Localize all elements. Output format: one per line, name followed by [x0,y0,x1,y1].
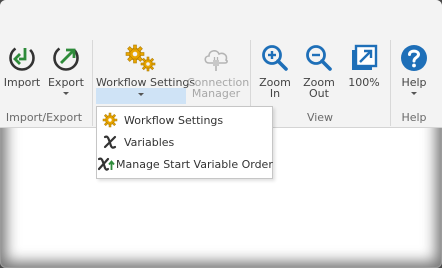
zoom-out-label-line2: Out [309,87,329,100]
import-label: Import [3,76,41,89]
import-button[interactable]: Import [2,40,42,100]
export-icon [53,45,79,71]
zoom-in-icon [262,45,288,71]
connection-manager-button[interactable]: Connection Manager [187,40,249,100]
application-window: Import Export Import/Export Workflow Set… [0,0,442,268]
group-separator [92,40,93,126]
export-dropdown-caret [63,92,69,95]
help-icon [401,45,427,71]
menu-item-label: Workflow Settings [124,113,224,127]
help-label: Help [401,76,427,89]
group-label-help: Help [401,111,427,124]
fit-100-icon [352,44,378,70]
group-label-view: View [306,111,334,124]
workflow-settings-dropdown-toggle[interactable] [96,88,186,104]
connection-manager-label-line2: Manager [191,87,241,100]
zoom-100-label: 100% [348,76,380,89]
zoom-out-button[interactable]: Zoom Out [298,40,340,100]
zoom-100-button[interactable]: 100% [342,40,386,100]
gears-icon [125,44,156,72]
group-label-import-export: Import/Export [5,111,83,124]
help-button[interactable]: Help [394,40,434,100]
gear-icon [97,109,123,131]
zoom-out-icon [306,45,332,71]
import-icon [9,45,35,71]
export-button[interactable]: Export [46,40,86,100]
help-dropdown-caret [411,92,417,95]
canvas-area[interactable] [0,129,442,268]
workflow-settings-caret [138,93,144,96]
zoom-in-label-line2: In [269,87,281,100]
menu-item-workflow-settings[interactable]: Workflow Settings [97,109,272,131]
workflow-settings-button[interactable]: Workflow Settings [96,40,195,104]
export-label: Export [47,76,84,89]
zoom-in-button[interactable]: Zoom In [254,40,296,100]
cloud-plug-icon [204,50,228,71]
group-separator [390,40,391,126]
